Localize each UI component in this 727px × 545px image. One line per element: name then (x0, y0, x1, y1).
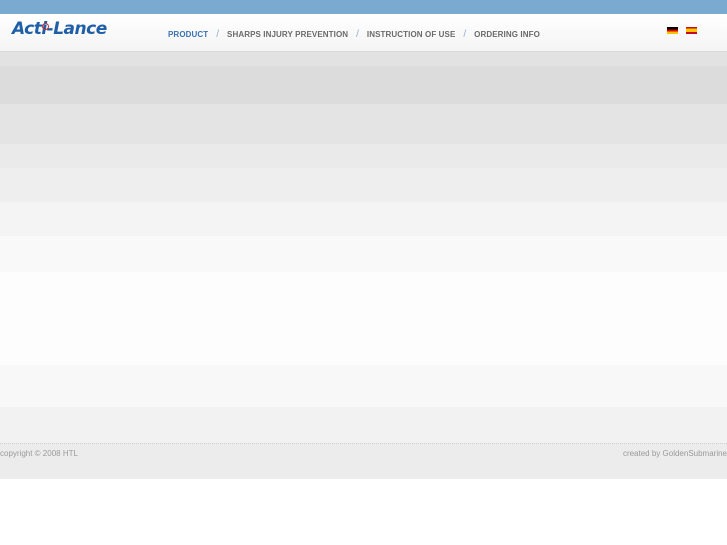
site-logo[interactable]: Acti-Lance (12, 19, 107, 39)
site-footer: copyright © 2008 HTL created by GoldenSu… (0, 443, 727, 479)
credit-link[interactable]: created by GoldenSubmarine (623, 449, 727, 458)
nav-separator: / (463, 28, 467, 40)
flag-germany-icon[interactable] (667, 27, 678, 34)
nav-ordering-info-link[interactable]: ORDERING INFO (474, 30, 540, 39)
background-band (0, 365, 727, 407)
background-band (0, 272, 727, 365)
site-header: Acti-Lance PRODUCT / SHARPS INJURY PREVE… (0, 14, 727, 52)
language-switcher (667, 27, 697, 34)
content-background (0, 52, 727, 443)
copyright-text: copyright © 2008 HTL (0, 449, 78, 458)
nav-product-link[interactable]: PRODUCT (168, 30, 208, 39)
main-navigation: PRODUCT / SHARPS INJURY PREVENTION / INS… (168, 28, 540, 40)
background-band (0, 104, 727, 144)
background-band (0, 66, 727, 104)
nav-sharps-injury-prevention-link[interactable]: SHARPS INJURY PREVENTION (227, 30, 348, 39)
logo-dot-icon (42, 23, 49, 30)
background-band (0, 144, 727, 168)
nav-separator: / (216, 28, 220, 40)
background-band (0, 407, 727, 443)
background-band (0, 236, 727, 272)
logo-text: Acti-Lance (12, 19, 107, 39)
background-band (0, 168, 727, 202)
background-band (0, 202, 727, 236)
top-accent-bar (0, 0, 727, 14)
nav-instruction-of-use-link[interactable]: INSTRUCTION OF USE (367, 30, 455, 39)
background-band (0, 52, 727, 66)
nav-separator: / (356, 28, 359, 40)
flag-spain-icon[interactable] (686, 27, 697, 34)
